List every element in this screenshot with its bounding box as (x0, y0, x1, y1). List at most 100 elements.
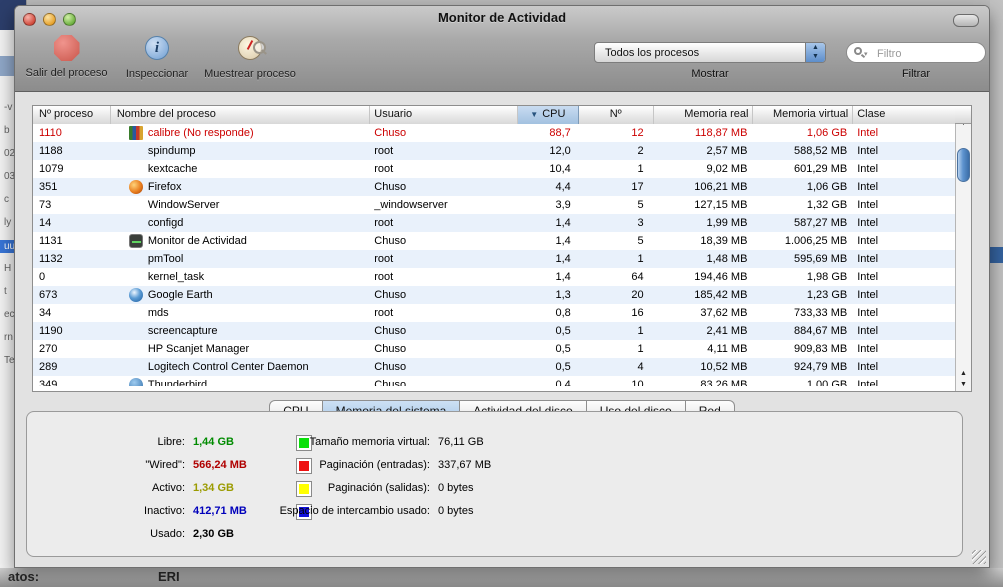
scroll-down-icon[interactable]: ▼ (956, 379, 971, 390)
thunderbird-icon (128, 378, 143, 386)
background-text-fragment: ec (4, 309, 15, 320)
table-row[interactable]: 14 configd root 1,4 3 1,99 MB 587,27 MB Intel (33, 214, 955, 232)
column-header-vmem[interactable]: Memoria virtual (753, 106, 854, 124)
cell-name: screencapture (147, 325, 218, 337)
table-row[interactable]: 270 HP Scanjet Manager Chuso 0,5 1 4,11 MB 909… (33, 340, 955, 358)
sample-process-button[interactable]: Muestrear proceso (195, 33, 305, 80)
table-row[interactable]: 1131 Monitor de Actividad Chuso 1,4 5 18,39 M… (33, 232, 955, 250)
cell-kind: Intel (857, 199, 879, 211)
cell-rmem: 18,39 MB (700, 235, 748, 247)
scrollbar-thumb[interactable] (957, 148, 970, 182)
quit-process-button[interactable]: Salir del proceso (19, 33, 114, 79)
cell-kind: Intel (857, 235, 879, 247)
table-row[interactable]: 1188 spindump root 12,0 2 2,57 MB 588,52 MB Int… (33, 142, 955, 160)
cell-vmem: 1,23 GB (806, 289, 848, 301)
cell-rmem: 10,52 MB (700, 361, 748, 373)
cell-rmem: 185,42 MB (694, 289, 748, 301)
cell-threads: 1 (637, 325, 644, 337)
cell-rmem: 194,46 MB (694, 271, 748, 283)
toolbar-toggle-button[interactable] (953, 14, 979, 27)
column-header-pid[interactable]: Nº proceso (33, 106, 111, 124)
info-icon: i (145, 36, 169, 60)
cell-pid: 1190 (39, 325, 63, 337)
background-text-fragment: t (4, 286, 7, 297)
cell-cpu: 12,0 (549, 145, 571, 157)
cell-cpu: 1,4 (555, 217, 571, 229)
column-header-kind[interactable]: Clase (853, 106, 955, 124)
filter-search-field[interactable]: ▾ (846, 42, 986, 63)
cell-user: Chuso (374, 235, 407, 247)
cell-cpu: 1,3 (555, 289, 571, 301)
background-text-fragment: ERI (158, 569, 180, 584)
cell-pid: 1131 (39, 235, 63, 247)
cell-cpu: 0,8 (555, 307, 571, 319)
cell-kind: Intel (857, 307, 879, 319)
show-popup-value: Todos los procesos (605, 47, 700, 59)
cell-threads: 4 (637, 361, 644, 373)
scroll-up-icon[interactable]: ▲ (956, 368, 971, 379)
cell-cpu: 0,5 (555, 361, 571, 373)
cell-vmem: 588,52 MB (794, 145, 848, 157)
cell-kind: Intel (857, 325, 879, 337)
cell-cpu: 1,4 (555, 253, 571, 265)
search-scope-chevron-icon: ▾ (864, 51, 868, 58)
cell-user: Chuso (374, 181, 407, 193)
cell-threads: 16 (631, 307, 644, 319)
cell-kind: Intel (857, 217, 879, 229)
stop-octagon-icon (53, 35, 80, 61)
table-row[interactable]: 289 Logitech Control Center Daemon Chuso 0,… (33, 358, 955, 376)
cell-name: mds (147, 307, 169, 319)
column-header-threads[interactable]: Nº (579, 106, 654, 124)
cell-vmem: 1,98 GB (806, 271, 848, 283)
cell-user: root (374, 271, 394, 283)
background-text-fragment: rn (4, 332, 13, 343)
column-header-name[interactable]: Nombre del proceso (111, 106, 371, 124)
cell-pid: 1079 (39, 163, 64, 175)
cell-vmem: 1,06 GB (806, 127, 848, 139)
cell-user: Chuso (374, 379, 407, 386)
cell-user: root (374, 217, 394, 229)
cell-kind: Intel (857, 145, 879, 157)
search-icon (854, 47, 862, 55)
table-row[interactable]: 673 Google Earth Chuso 1,3 20 185,42 MB 1,23 G… (33, 286, 955, 304)
cell-vmem: 587,27 MB (794, 217, 848, 229)
cell-rmem: 2,41 MB (706, 325, 748, 337)
cell-cpu: 0,5 (555, 325, 571, 337)
table-row[interactable]: 1132 pmTool root 1,4 1 1,48 MB 595,69 MB Intel (33, 250, 955, 268)
table-row[interactable]: 0 kernel_task root 1,4 64 194,46 MB 1,98 GB Int… (33, 268, 955, 286)
cell-rmem: 1,48 MB (706, 253, 748, 265)
table-row[interactable]: 1190 screencapture Chuso 0,5 1 2,41 MB 884,67 … (33, 322, 955, 340)
cell-user: Chuso (374, 361, 407, 373)
background-text-fragment: ly (4, 217, 12, 228)
cell-vmem: 1.006,25 MB (784, 235, 848, 247)
column-header-cpu[interactable]: ▼ CPU (517, 106, 579, 124)
cell-rmem: 2,57 MB (706, 145, 748, 157)
cell-user: root (374, 163, 394, 175)
filter-input[interactable] (875, 44, 983, 63)
cell-cpu: 3,9 (555, 199, 571, 211)
table-row[interactable]: 73 WindowServer _windowserver 3,9 5 127,15 MB… (33, 196, 955, 214)
table-row[interactable]: 34 mds root 0,8 16 37,62 MB 733,33 MB Intel (33, 304, 955, 322)
background-text-fragment: Te (4, 355, 15, 366)
cell-name: Thunderbird (111, 376, 370, 386)
table-row[interactable]: 1110 calibre (No responde) Chuso 88,7 12 118,… (33, 124, 955, 142)
vertical-scrollbar[interactable]: ▲ ▼ ▲ ▼ (955, 106, 971, 391)
column-header-rmem[interactable]: Memoria real (654, 106, 754, 124)
cell-rmem: 127,15 MB (694, 199, 748, 211)
activity-monitor-window: Monitor de Actividad Salir del proceso i… (14, 5, 990, 568)
cell-kind: Intel (857, 289, 879, 301)
table-body: 1110 calibre (No responde) Chuso 88,7 12 118,… (33, 124, 955, 386)
cell-rmem: 37,62 MB (700, 307, 748, 319)
show-processes-popup[interactable]: Todos los procesos ▲ ▼ (594, 42, 826, 63)
table-row[interactable]: 351 Firefox Chuso 4,4 17 106,21 MB 1,06 GB Inte… (33, 178, 955, 196)
cell-cpu: 4,4 (555, 181, 571, 193)
column-header-user[interactable]: Usuario (370, 106, 518, 124)
resize-grip[interactable] (972, 550, 986, 564)
scroll-corner (955, 106, 971, 124)
table-row[interactable]: 1079 kextcache root 10,4 1 9,02 MB 601,29 MB In… (33, 160, 955, 178)
cell-pid: 270 (39, 343, 58, 355)
titlebar[interactable]: Monitor de Actividad (15, 6, 989, 30)
table-row[interactable]: 349 Thunderbird Chuso 0,4 10 83,26 MB 1,00 GB I… (33, 376, 955, 386)
inspect-button[interactable]: i Inspeccionar (118, 33, 196, 80)
cell-rmem: 1,99 MB (706, 217, 748, 229)
